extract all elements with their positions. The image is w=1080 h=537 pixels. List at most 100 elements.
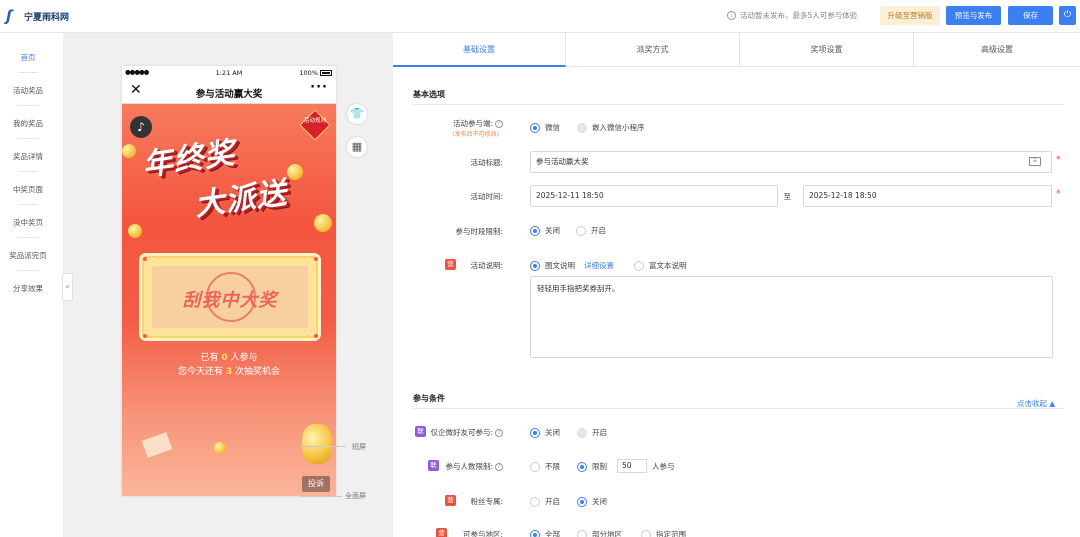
limit-count-input[interactable]: 50 [617,459,647,473]
nav-item-prizes[interactable]: 活动奖品 [0,85,56,96]
channel-miniprogram-radio[interactable]: 嵌入微信小程序 [577,122,645,133]
limit-unit: 人参与 [652,462,675,471]
channel-label: 活动参与端:? [393,118,503,129]
limit-on-radio[interactable]: 限制 [577,461,607,472]
region-range-radio[interactable]: 指定范围 [641,529,686,537]
scratch-card[interactable]: 刮我中大奖 [142,256,318,338]
limit-none-radio[interactable]: 不限 [530,461,560,472]
radio-label: 关闭 [592,497,607,506]
start-time-value: 2025-12-11 18:50 [536,191,604,200]
region-partial-radio[interactable]: 部分地区 [577,529,622,537]
collapse-link-text: 点击收起 [1017,399,1047,408]
radio-dot [530,427,540,438]
complain-button[interactable]: 投诉 [302,476,330,492]
title-input[interactable]: 参与活动赢大奖 [530,151,1052,173]
wecom-off-radio[interactable]: 关闭 [530,427,560,438]
chances-remaining: 您今天还有 3 次抽奖机会 [122,364,336,377]
radio-dot [530,461,540,472]
region-all-radio[interactable]: 全部 [530,529,560,537]
power-button[interactable]: ⏻ [1059,6,1076,25]
nav-item-lose-page[interactable]: 没中奖页 [0,217,56,228]
wecom-on-radio[interactable]: 开启 [577,427,607,438]
save-button[interactable]: 保存 [1008,6,1053,25]
nav-item-soldout-page[interactable]: 奖品派完页 [0,250,56,261]
help-icon[interactable]: ? [495,120,503,128]
tab-delivery[interactable]: 派奖方式 [566,33,740,67]
nav-divider [18,237,38,238]
radio-label: 关闭 [545,428,560,437]
required-mark: * [1056,155,1061,165]
nav-item-share[interactable]: 分享效果 [0,283,56,294]
publish-notice: i 活动暂未发布，最多5人可参与体验 [727,10,857,21]
envelope-decoration [141,432,173,458]
rules-badge[interactable] [299,109,331,141]
music-icon[interactable]: ♪ [130,116,152,138]
fans-off-radio[interactable]: 关闭 [577,496,607,507]
battery-percent: 100% [299,69,318,77]
radio-label: 微信 [545,123,560,132]
tab-basic[interactable]: 基础设置 [393,33,566,67]
logo-mark-icon: ʃ [6,7,13,25]
logo[interactable]: ʃ 宁夏雨科网 [6,7,69,25]
info-icon: i [727,11,736,20]
full-screen-line [300,496,342,497]
nav-divider [18,204,38,205]
period-off-radio[interactable]: 关闭 [530,225,560,236]
settings-tabs: 基础设置 派奖方式 奖项设置 高级设置 [393,33,1080,67]
short-screen-line [300,446,346,447]
shirt-icon[interactable]: 👕 [347,104,367,124]
limit-label-text: 参与人数限制: [445,462,493,471]
tab-advanced[interactable]: 高级设置 [914,33,1080,67]
upgrade-button[interactable]: 升级至营销版 [880,6,940,25]
more-icon[interactable]: ··· [310,80,328,95]
desc-textarea[interactable]: 轻轻用手指把奖券刮开。 [530,276,1053,358]
coin-decoration [122,144,136,158]
section-divider [413,408,1064,409]
title-label: 活动标题: [470,158,503,167]
nav-item-my-prizes[interactable]: 我的奖品 [0,118,56,129]
radio-dot [576,225,586,236]
phone-preview: ●●●●● 1:21 AM 100% ✕ 参与活动赢大奖 ··· ♪ 活动规则 … [122,66,336,496]
fans-on-radio[interactable]: 开启 [530,496,560,507]
nav-divider [18,138,38,139]
desc-detail-link[interactable]: 详细设置 [584,260,614,271]
period-on-radio[interactable]: 开启 [576,225,606,236]
end-time-input[interactable]: 2025-12-18 18:50 [803,185,1052,207]
fans-label: 粉丝专属: [470,497,503,506]
tab-prizes[interactable]: 奖项设置 [740,33,914,67]
radio-label: 不限 [545,462,560,471]
help-icon[interactable]: ? [495,429,503,437]
radio-label: 富文本说明 [649,261,687,270]
desc-image-text-radio[interactable]: 图文说明 [530,260,575,271]
logo-text: 宁夏雨科网 [24,12,70,23]
radio-label: 开启 [545,497,560,506]
emoji-picker-icon[interactable]: ☰ [1029,157,1041,166]
chance-prefix: 您今天还有 [177,367,223,377]
frame-dot [143,257,147,261]
scratch-area[interactable]: 刮我中大奖 [152,266,308,328]
required-mark: * [1056,189,1061,199]
top-bar: ʃ 宁夏雨科网 i 活动暂未发布，最多5人可参与体验 升级至营销版 预览与发布 … [0,0,1080,33]
collapse-nav-button[interactable]: « [62,273,73,301]
preview-publish-button[interactable]: 预览与发布 [946,6,1001,25]
coin-decoration [314,214,332,232]
phone-title: 参与活动赢大奖 [195,89,263,100]
nav-item-win-page[interactable]: 中奖页面 [0,184,56,195]
help-icon[interactable]: ? [495,463,503,471]
grid-icon[interactable]: ▦ [347,137,367,157]
section-conditions-title: 参与条件 [413,394,445,403]
desc-richtext-radio[interactable]: 富文本说明 [634,260,687,271]
nav-item-home[interactable]: 首页 [0,52,56,63]
radio-dot [577,461,587,472]
nav-item-prize-detail[interactable]: 奖品详情 [0,151,56,162]
radio-label: 部分地区 [592,530,622,537]
poster-headline-2: 大派送 [192,175,290,224]
channel-note: (发布后不可修改) [452,131,499,138]
full-screen-label: 全面屏 [345,492,366,500]
frame-dot [314,334,318,338]
coin-decoration [214,442,226,454]
radio-dot [530,529,540,537]
time-separator: 至 [783,192,792,201]
channel-wechat-radio[interactable]: 微信 [530,122,560,133]
wecom-label-text: 仅企微好友可参与: [430,428,493,437]
